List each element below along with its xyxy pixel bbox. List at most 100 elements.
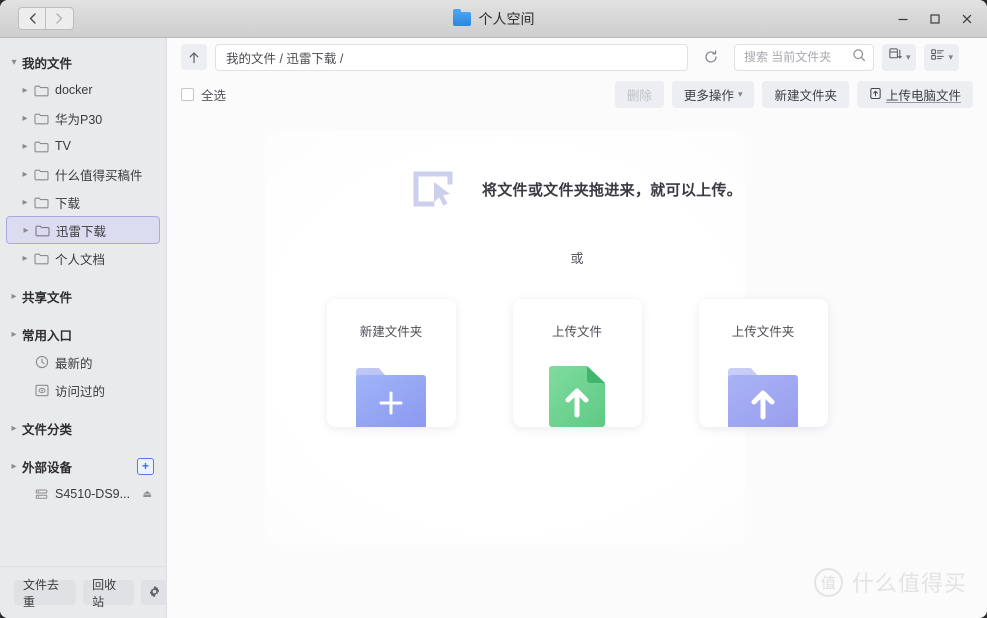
clock-icon — [33, 354, 50, 370]
sidebar-item-smzdm-drafts[interactable]: ▸ 什么值得买稿件 — [6, 160, 160, 188]
card-upload-folder-label: 上传文件夹 — [732, 321, 795, 340]
folder-plus-art — [352, 365, 430, 427]
maximize-icon[interactable] — [927, 11, 943, 27]
chevron-down-icon: ▾ — [948, 52, 953, 63]
chevron-down-icon: ▾ — [738, 89, 743, 100]
delete-button[interactable]: 删除 — [615, 81, 664, 108]
select-all-label: 全选 — [201, 85, 226, 104]
sidebar-item-personal-docs[interactable]: ▸ 个人文档 — [6, 244, 160, 272]
select-all-control[interactable]: 全选 — [181, 85, 226, 104]
folder-outline-icon — [33, 194, 50, 210]
sidebar-item-huawei-p30[interactable]: ▸ 华为P30 — [6, 104, 160, 132]
more-actions-button[interactable]: 更多操作 ▾ — [672, 81, 755, 108]
card-new-folder[interactable]: 新建文件夹 — [327, 299, 456, 427]
forward-button[interactable] — [46, 7, 74, 30]
action-buttons: 删除 更多操作 ▾ 新建文件夹 上传电脑文件 — [615, 81, 973, 108]
sidebar-tree[interactable]: ▾ 我的文件 ▸ docker ▸ 华为P30 — [0, 38, 166, 566]
gear-icon[interactable] — [141, 580, 167, 605]
window-title: 个人空间 — [479, 9, 535, 29]
sort-icon — [888, 47, 903, 67]
spacer — [0, 442, 166, 452]
chevron-right-icon: ▸ — [6, 291, 22, 302]
sidebar-item-label: 最新的 — [55, 353, 93, 372]
new-folder-label: 新建文件夹 — [774, 85, 837, 104]
folder-icon — [453, 12, 471, 26]
back-button[interactable] — [18, 7, 46, 30]
add-device-button[interactable]: + — [137, 458, 154, 475]
disk-icon — [33, 486, 50, 502]
sidebar-item-downloads[interactable]: ▸ 下载 — [6, 188, 160, 216]
chevron-right-icon: ▸ — [6, 423, 22, 434]
layout-button[interactable]: ▾ — [924, 44, 959, 71]
sidebar-group-label: 我的文件 — [22, 53, 72, 72]
folder-outline-icon — [33, 166, 50, 182]
sidebar-item-label: 什么值得买稿件 — [55, 165, 143, 184]
sidebar-group-my-files[interactable]: ▾ 我的文件 — [6, 48, 160, 76]
drag-hint-row: 将文件或文件夹拖进来，就可以上传。 — [412, 168, 742, 210]
spacer — [0, 404, 166, 414]
upload-local-file-label: 上传电脑文件 — [886, 85, 961, 104]
drag-drop-cursor-icon — [412, 168, 456, 210]
chevron-right-icon: ▸ — [17, 141, 33, 152]
title-bar: 个人空间 — [0, 0, 987, 38]
close-icon[interactable] — [959, 11, 975, 27]
sidebar-item-label: 访问过的 — [55, 381, 105, 400]
sidebar-item-label: 个人文档 — [55, 249, 105, 268]
sidebar: ▾ 我的文件 ▸ docker ▸ 华为P30 — [0, 38, 167, 618]
watermark-logo: 值 — [814, 568, 843, 597]
dedupe-button[interactable]: 文件去重 — [14, 580, 76, 605]
sidebar-footer: 文件去重 回收站 — [0, 566, 167, 618]
sidebar-item-external-disk[interactable]: S4510-DS9... ⏏ — [6, 480, 160, 508]
refresh-icon[interactable] — [696, 44, 726, 71]
sidebar-group-label: 共享文件 — [22, 287, 72, 306]
chevron-right-icon: ▸ — [17, 85, 33, 96]
quick-action-cards: 新建文件夹 — [327, 299, 828, 427]
chevron-right-icon: ▸ — [6, 329, 22, 340]
sidebar-item-label: docker — [55, 83, 93, 97]
folder-upload-art — [724, 365, 802, 427]
eject-icon[interactable]: ⏏ — [143, 489, 152, 500]
chevron-right-icon: ▸ — [17, 169, 33, 180]
chevron-right-icon: ▸ — [17, 197, 33, 208]
sidebar-group-file-categories[interactable]: ▸ 文件分类 — [6, 414, 160, 442]
upload-local-file-button[interactable]: 上传电脑文件 — [857, 81, 973, 108]
eye-box-icon — [33, 382, 50, 398]
recycle-bin-button[interactable]: 回收站 — [83, 580, 134, 605]
new-folder-button[interactable]: 新建文件夹 — [762, 81, 849, 108]
chevron-right-icon: ▸ — [17, 253, 33, 264]
sidebar-group-label: 常用入口 — [22, 325, 72, 344]
go-up-button[interactable] — [181, 44, 207, 70]
sidebar-group-quick-access[interactable]: ▸ 常用入口 — [6, 320, 160, 348]
folder-outline-icon — [33, 82, 50, 98]
select-all-checkbox[interactable] — [181, 88, 194, 101]
card-new-folder-label: 新建文件夹 — [360, 321, 423, 340]
sidebar-item-xunlei-downloads[interactable]: ▸ 迅雷下载 — [6, 216, 160, 244]
breadcrumb[interactable]: 我的文件 / 迅雷下载 / — [215, 44, 688, 71]
spacer — [0, 310, 166, 320]
sidebar-group-shared-files[interactable]: ▸ 共享文件 — [6, 282, 160, 310]
sidebar-item-visited[interactable]: 访问过的 — [6, 376, 160, 404]
upload-icon — [869, 87, 882, 103]
breadcrumb-text: 我的文件 / 迅雷下载 / — [226, 48, 343, 67]
sidebar-item-docker[interactable]: ▸ docker — [6, 76, 160, 104]
sidebar-group-external-devices[interactable]: ▸ 外部设备 + — [6, 452, 160, 480]
sort-button[interactable]: ▾ — [882, 44, 917, 71]
folder-outline-icon — [33, 138, 50, 154]
drag-hint-text: 将文件或文件夹拖进来，就可以上传。 — [482, 179, 742, 200]
file-upload-art — [538, 365, 616, 427]
search-icon[interactable] — [852, 48, 866, 67]
sidebar-item-recent[interactable]: 最新的 — [6, 348, 160, 376]
sidebar-item-label: TV — [55, 139, 71, 153]
search-box[interactable] — [734, 44, 874, 71]
chevron-down-icon: ▾ — [6, 57, 22, 68]
sidebar-item-label: 华为P30 — [55, 109, 102, 128]
sidebar-item-tv[interactable]: ▸ TV — [6, 132, 160, 160]
window-title-group: 个人空间 — [0, 9, 987, 29]
chevron-right-icon: ▸ — [18, 225, 34, 236]
action-toolbar: 全选 删除 更多操作 ▾ 新建文件夹 上传电脑文件 — [167, 76, 987, 113]
chevron-right-icon: ▸ — [6, 461, 22, 472]
card-upload-folder[interactable]: 上传文件夹 — [699, 299, 828, 427]
search-input[interactable] — [744, 50, 848, 64]
card-upload-file[interactable]: 上传文件 — [513, 299, 642, 427]
minimize-icon[interactable] — [895, 11, 911, 27]
